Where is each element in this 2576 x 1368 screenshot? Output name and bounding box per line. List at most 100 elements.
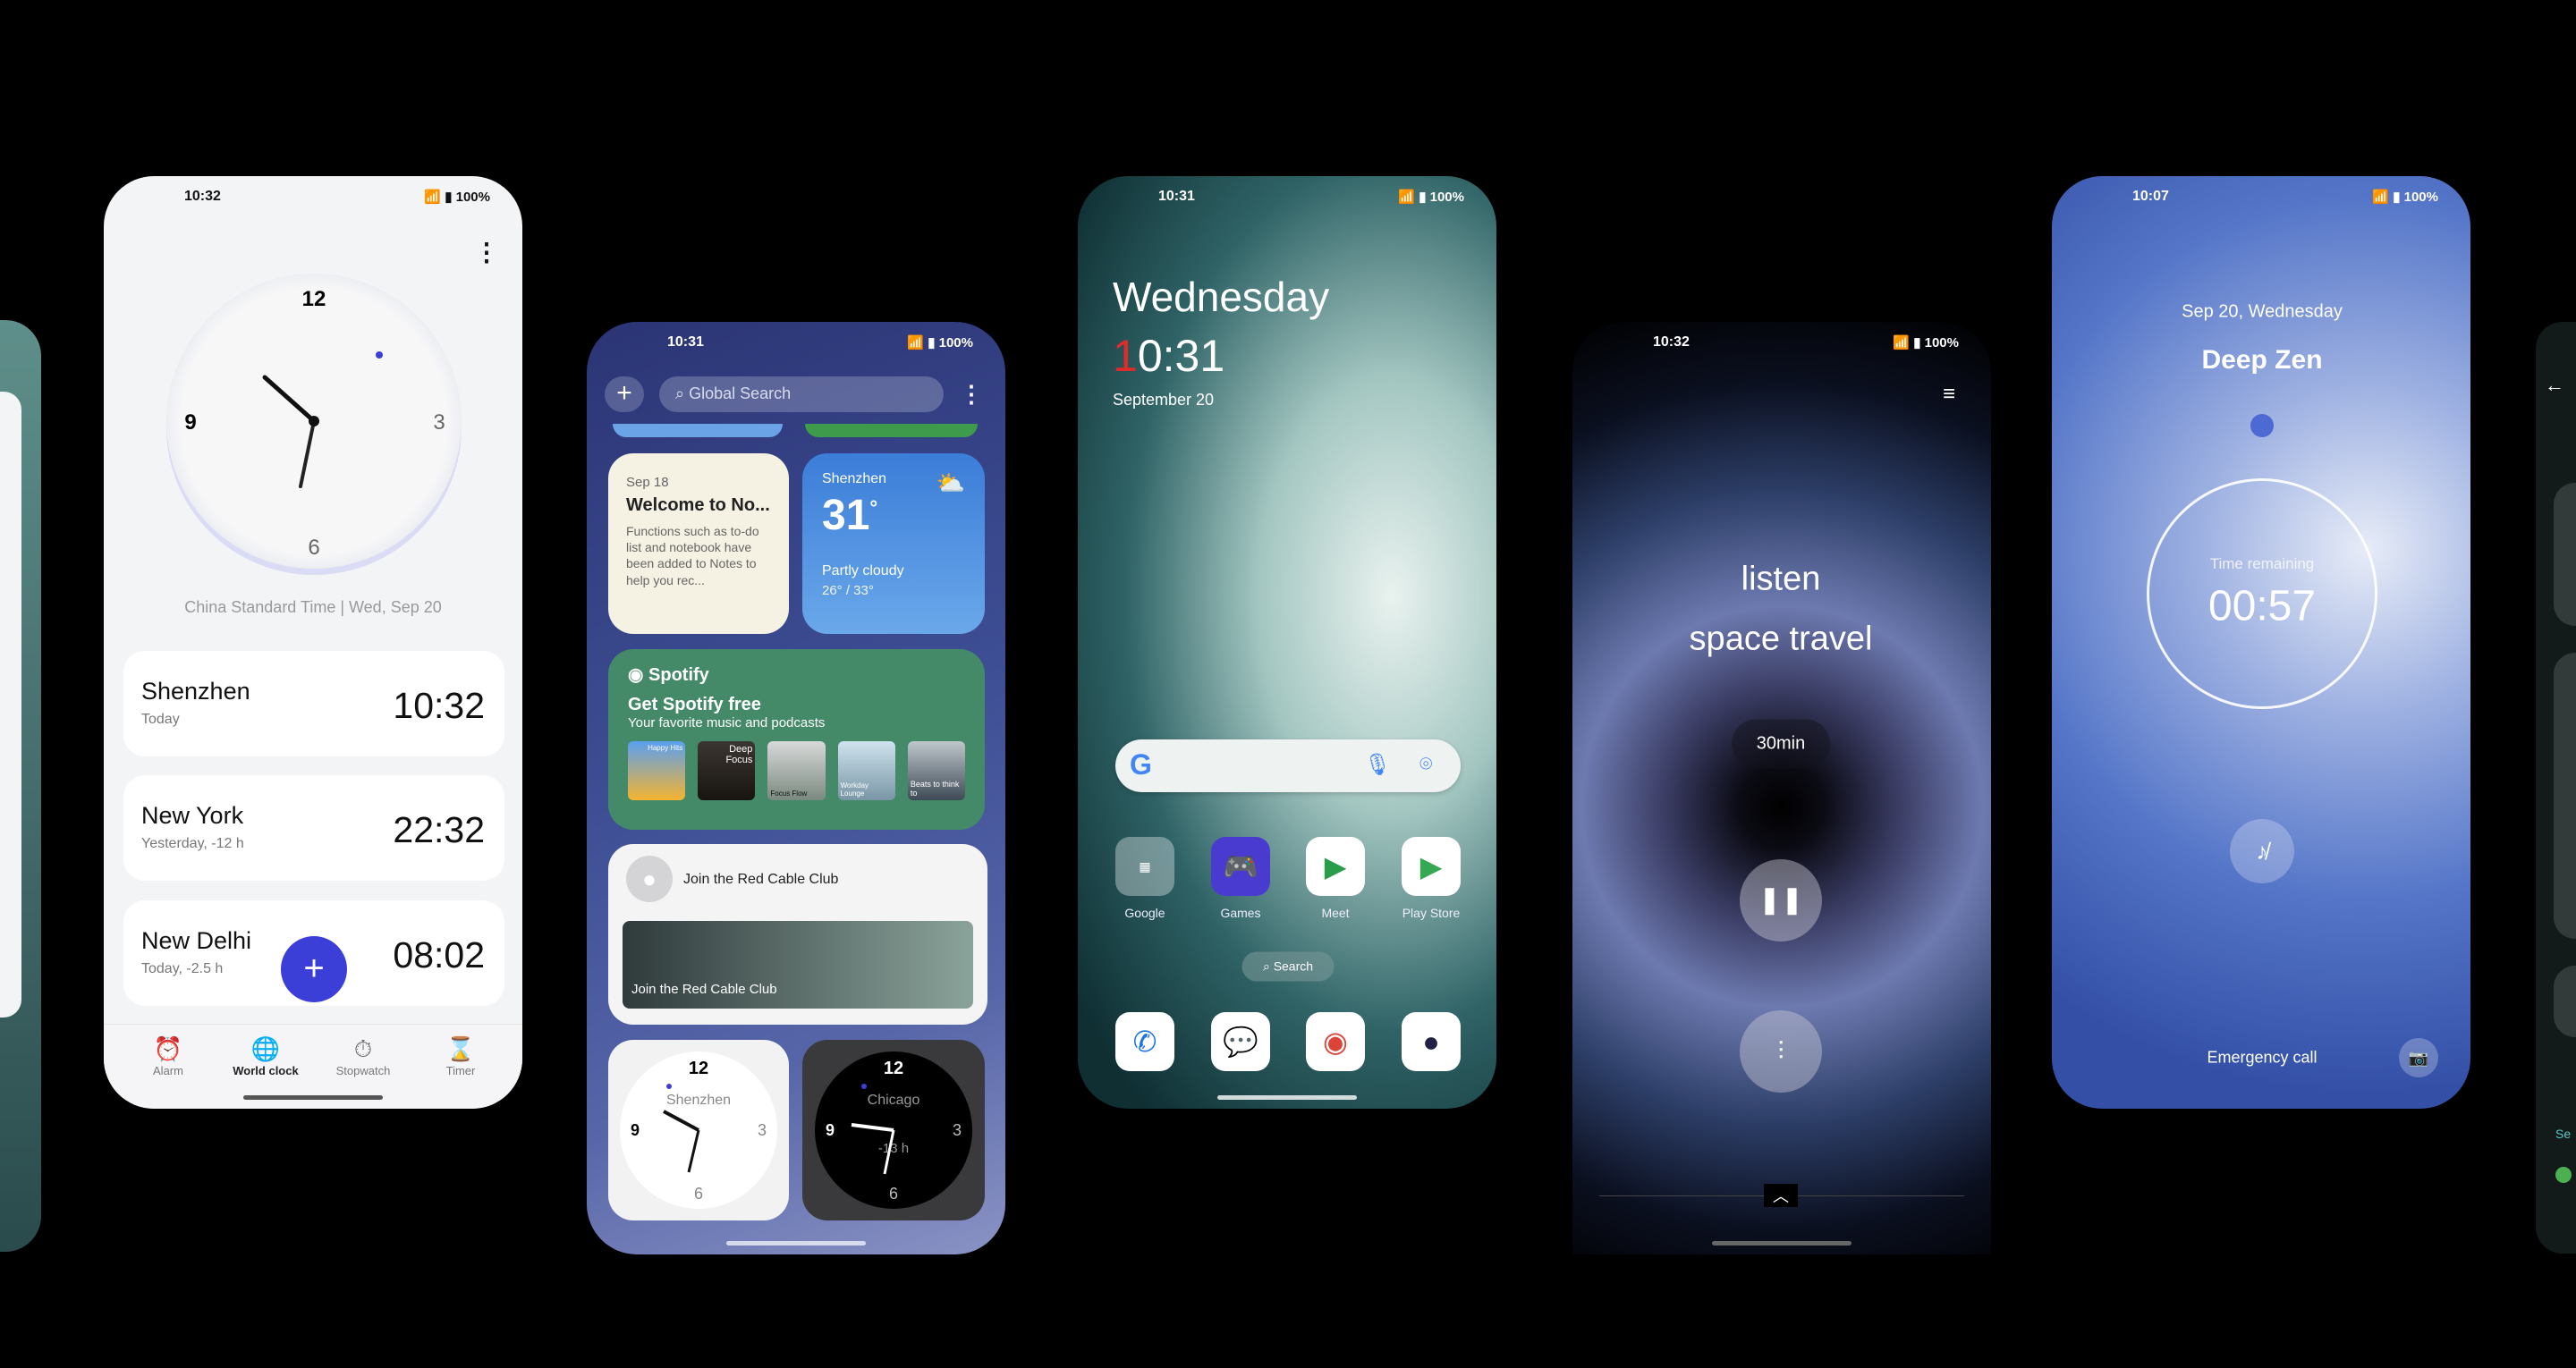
city-offset: Yesterday, -12 h <box>141 836 244 851</box>
lens-icon[interactable]: ⌾ <box>1419 752 1432 777</box>
nav-stopwatch[interactable]: ⏱ Stopwatch <box>314 1035 412 1077</box>
messages-icon[interactable]: 💬 <box>1211 1012 1270 1071</box>
progress-dot <box>2250 414 2274 437</box>
clock-app-phone: 10:32 📶 ▮ 100% ⋮ 12 3 6 9 China Standard… <box>104 176 522 1109</box>
zen-mode-phone: 10:07 📶 ▮ 100% Sep 20, Wednesday Deep Ze… <box>2052 176 2470 1109</box>
city-card[interactable]: New York Yesterday, -12 h 22:32 <box>123 775 504 881</box>
pause-button[interactable]: ❚❚ <box>1740 859 1822 942</box>
notes-widget[interactable]: Sep 18 Welcome to No... Functions such a… <box>608 453 789 634</box>
weather-condition: Partly cloudy <box>822 563 904 578</box>
menu-icon[interactable]: ≡ <box>1943 382 1955 407</box>
time-remaining-label: Time remaining <box>2209 555 2315 572</box>
home-day: Wednesday <box>1113 274 1330 320</box>
chicago-clock-widget[interactable]: 12 9 3 6 Chicago -13 h <box>802 1040 985 1220</box>
note-title: Welcome to No... <box>626 495 770 515</box>
search-icon: ⌕ <box>675 384 690 402</box>
settings-link[interactable]: Se <box>2555 1127 2571 1141</box>
status-time: 10:07 <box>2132 189 2169 204</box>
nav-world-clock[interactable]: 🌐 World clock <box>216 1035 315 1077</box>
global-search-input[interactable]: ⌕ Global Search <box>659 376 944 412</box>
settings-card[interactable] <box>2554 966 2576 1037</box>
status-icons: 📶 ▮ 100% <box>2372 190 2438 205</box>
home-indicator[interactable] <box>1712 1241 1852 1246</box>
more-options-icon[interactable]: ⋮ <box>474 238 499 267</box>
phone-icon[interactable]: ✆ <box>1115 1012 1174 1071</box>
status-bar: 10:32 📶 ▮ 100% <box>104 189 522 212</box>
home-date: September 20 <box>1113 391 1215 409</box>
check-icon <box>2555 1167 2572 1183</box>
emergency-call-button[interactable]: Emergency call <box>2207 1049 2317 1068</box>
google-search-bar[interactable]: G 🎙 ⌾ <box>1115 739 1461 792</box>
chrome-icon[interactable]: ◉ <box>1306 1012 1365 1071</box>
app-label: Google <box>1124 906 1165 920</box>
city-name: New York <box>141 802 244 829</box>
shenzhen-clock-face: 12 9 3 6 Shenzhen <box>620 1051 777 1209</box>
status-time: 10:32 <box>184 189 221 204</box>
status-icons: 📶 ▮ 100% <box>1893 335 1959 350</box>
playlist-thumb[interactable]: Deep Focus <box>698 741 756 800</box>
partial-widget <box>613 424 783 437</box>
shenzhen-clock-widget[interactable]: 12 9 3 6 Shenzhen <box>608 1040 789 1220</box>
settings-card[interactable] <box>2554 653 2576 939</box>
more-options-icon[interactable]: ⋮ <box>960 381 983 409</box>
playlist-thumb[interactable]: Happy Hits <box>628 741 686 800</box>
weather-widget[interactable]: Shenzhen ⛅ 31° Partly cloudy 26° / 33° <box>802 453 985 634</box>
status-bar: 10:31 📶 ▮ 100% <box>1078 189 1496 212</box>
club-banner[interactable]: Join the Red Cable Club <box>623 921 973 1009</box>
city-offset: Today <box>141 712 180 727</box>
back-arrow-icon[interactable]: ← <box>2545 376 2564 395</box>
google-folder-icon[interactable]: ▦ <box>1115 837 1174 896</box>
status-bar: 10:31 📶 ▮ 100% <box>587 334 1005 358</box>
dial-6: 6 <box>308 536 319 560</box>
track-line-2: space travel <box>1689 620 1873 658</box>
camera-icon[interactable]: 📷 <box>2399 1038 2438 1077</box>
nav-timer[interactable]: ⌛ Timer <box>411 1035 510 1077</box>
city-name: Shenzhen <box>141 678 250 705</box>
dial-3: 3 <box>433 410 445 435</box>
dial-12: 12 <box>302 287 326 311</box>
playlist-thumb[interactable]: Workday Lounge <box>837 741 895 800</box>
status-time: 10:32 <box>1653 334 1690 350</box>
analog-clock: 12 3 6 9 <box>166 274 462 575</box>
add-widget-button[interactable]: + <box>605 376 644 412</box>
settings-card[interactable] <box>2554 483 2576 626</box>
svg-text:12: 12 <box>689 1059 708 1078</box>
svg-text:9: 9 <box>826 1121 835 1139</box>
red-cable-club-widget[interactable]: ● Join the Red Cable Club Join the Red C… <box>608 844 987 1025</box>
mute-button[interactable]: ♪̸ <box>2230 819 2294 883</box>
home-screen-phone: 10:31 📶 ▮ 100% Wednesday 10:31 September… <box>1078 176 1496 1109</box>
status-icons: 📶 ▮ 100% <box>424 190 490 205</box>
svg-text:-13 h: -13 h <box>878 1141 909 1156</box>
meet-icon[interactable]: ▶ <box>1306 837 1365 896</box>
equalizer-button[interactable]: ⫶ <box>1740 1010 1822 1093</box>
games-icon[interactable]: 🎮 <box>1211 837 1270 896</box>
playlist-thumb[interactable]: Beats to think to <box>907 741 966 800</box>
home-indicator[interactable] <box>726 1241 866 1246</box>
home-indicator[interactable] <box>1217 1095 1357 1100</box>
spotify-logo-icon: ◉ <box>628 665 649 685</box>
city-offset: Today, -2.5 h <box>141 961 224 976</box>
chevron-up-icon[interactable]: ︿ <box>1764 1184 1798 1207</box>
nav-alarm[interactable]: ⏰ Alarm <box>119 1035 217 1077</box>
home-indicator[interactable] <box>243 1095 383 1100</box>
status-icons: 📶 ▮ 100% <box>907 335 973 350</box>
svg-text:Shenzhen: Shenzhen <box>666 1093 731 1108</box>
status-time: 10:31 <box>667 334 704 350</box>
globe-icon: 🌐 <box>250 1035 281 1062</box>
camera-icon[interactable]: ● <box>1402 1012 1461 1071</box>
weather-range: 26° / 33° <box>822 583 874 598</box>
duration-button[interactable]: 30min <box>1732 719 1830 769</box>
app-search-pill[interactable]: ⌕ Search <box>1241 951 1335 982</box>
city-name: New Delhi <box>141 927 252 954</box>
app-label: Meet <box>1321 906 1350 920</box>
svg-text:6: 6 <box>889 1185 898 1203</box>
spotify-widget[interactable]: ◉ Spotify Get Spotify free Your favorite… <box>608 649 985 830</box>
add-city-button[interactable]: + <box>281 936 347 1002</box>
music-player-phone: 10:32 📶 ▮ 100% ≡ listen space travel 30m… <box>1572 322 1991 1254</box>
playlist-thumb[interactable]: Focus Flow <box>767 741 826 800</box>
partial-widget <box>805 424 978 437</box>
mic-icon[interactable]: 🎙 <box>1364 752 1391 778</box>
play-store-icon[interactable]: ▶ <box>1402 837 1461 896</box>
partial-card <box>0 392 21 1018</box>
city-card[interactable]: Shenzhen Today 10:32 <box>123 651 504 756</box>
